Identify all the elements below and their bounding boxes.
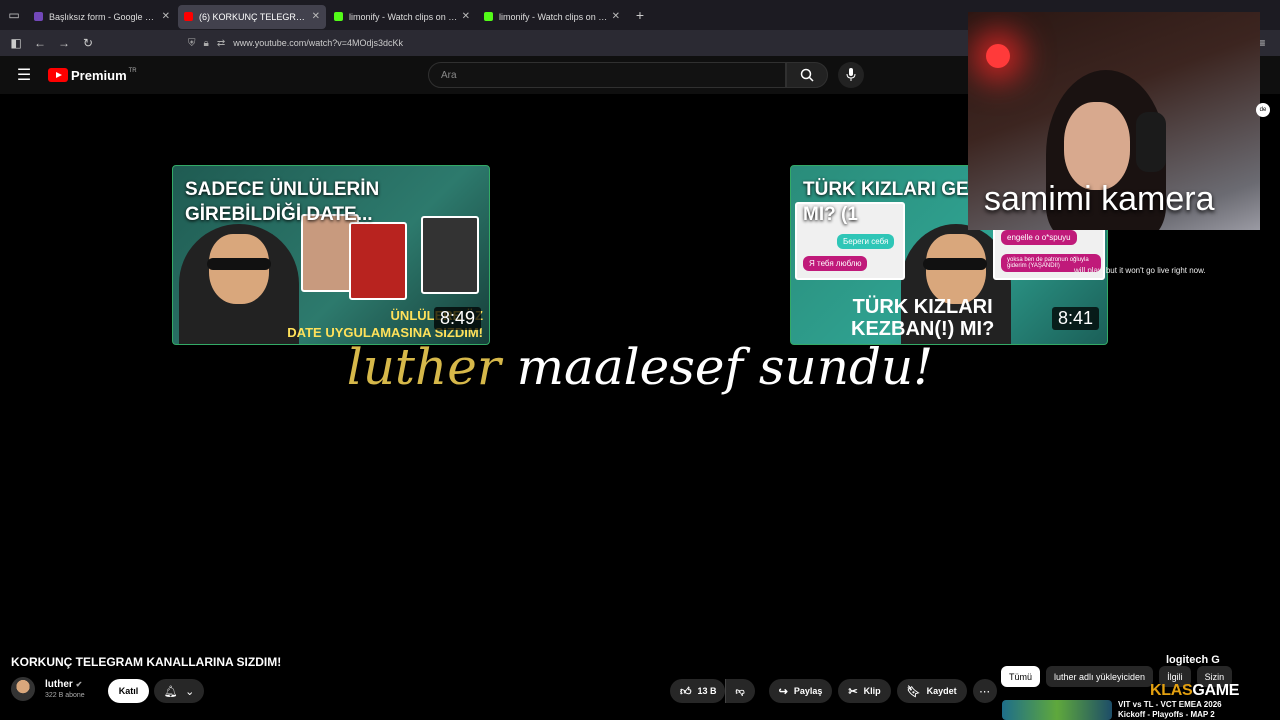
close-icon[interactable]: ✕ [312, 11, 320, 22]
clip-label: Klip [863, 686, 881, 696]
end-screen-text: maalesef sundu! [516, 338, 934, 396]
webcam-label: samimi kamera [984, 180, 1215, 218]
close-icon[interactable]: ✕ [462, 11, 470, 22]
kick-icon [334, 12, 343, 21]
share-icon: ↪ [778, 685, 788, 698]
guide-menu-icon[interactable]: ☰ [0, 65, 48, 85]
scissors-icon: ✂ [848, 685, 858, 698]
chip-from-uploader[interactable]: luther adlı yükleyiciden [1046, 666, 1154, 687]
tab-list-icon[interactable]: ▭ [0, 0, 28, 30]
photo-card [421, 216, 479, 294]
logo-text: Premium [71, 67, 127, 83]
dislike-button[interactable]: 👎︎ [724, 679, 755, 703]
google-forms-icon [34, 12, 43, 21]
microphone-icon [846, 68, 856, 81]
webcam-overlay: samimi kamera [968, 12, 1260, 230]
close-icon[interactable]: ✕ [162, 11, 170, 22]
search-input[interactable]: Ara [428, 62, 786, 88]
sponsor-logo: logitech G [1166, 654, 1220, 666]
end-card-video-1[interactable]: ÜNLÜLERE ÖZ DATE UYGULAMASINA SIZDIM! SA… [172, 165, 490, 345]
channel-avatar[interactable] [11, 677, 35, 701]
search-placeholder: Ara [441, 69, 457, 81]
voice-search-button[interactable] [838, 62, 864, 88]
bell-icon: 🔔︎ [163, 685, 178, 698]
notification-bell-button[interactable]: 🔔︎ ⌄ [154, 679, 204, 703]
chat-bubble: Я тебя люблю [803, 256, 868, 271]
join-button[interactable]: Katıl [108, 679, 149, 703]
like-button[interactable]: 👍︎ 13 B [670, 679, 725, 703]
youtube-play-icon [48, 68, 68, 82]
end-screen-message: luther maalesef sundu! [0, 338, 1280, 396]
tab-label: limonify - Watch clips on Kick [499, 11, 608, 22]
search-button[interactable] [786, 62, 828, 88]
sidebar-toggle-icon[interactable]: ◧ [4, 36, 28, 50]
search-icon [800, 68, 814, 82]
tab-label: Başlıksız form - Google Formlar [49, 11, 158, 22]
brand-logo-suffix: GAME [1192, 682, 1240, 699]
share-label: Paylaş [793, 686, 823, 696]
sidebar-pill-icon[interactable]: de [1256, 103, 1270, 117]
save-label: Kaydet [926, 686, 957, 696]
bookmark-icon: 🔖︎ [906, 685, 921, 698]
photo-card [349, 222, 407, 300]
more-horizontal-icon: ⋯ [979, 685, 991, 698]
video-duration: 8:49 [433, 307, 481, 330]
more-actions-button[interactable]: ⋯ [972, 679, 997, 703]
video-actions: 👍︎ 13 B 👎︎ ↪ Paylaş ✂ Klip 🔖︎ Kaydet ⋯ [670, 679, 997, 703]
clip-button[interactable]: ✂ Klip [838, 679, 891, 703]
chip-all[interactable]: Tümü [1001, 666, 1041, 687]
youtube-icon [184, 12, 193, 21]
thumbnail-caption: TÜRK KIZLARI KEZBAN(!) MI? [851, 296, 995, 340]
save-button[interactable]: 🔖︎ Kaydet [896, 679, 967, 703]
recommended-title-2[interactable]: Kickoff - Playoffs - MAP 2 [1118, 710, 1222, 720]
kick-icon [484, 12, 493, 21]
end-screen-channel-name: luther [346, 338, 501, 396]
recommended-thumbnail[interactable] [1002, 700, 1112, 720]
headset-image [1136, 112, 1166, 172]
subscriber-count: 322 B abone [45, 692, 85, 699]
overlay-notice: will play, but it won't go live right no… [1074, 266, 1206, 275]
chat-bubble: engelle o o*spuyu [1001, 230, 1077, 245]
url-text: www.youtube.com/watch?v=4MOdjs3dcKk [233, 38, 404, 48]
tab-label: limonify - Watch clips on Kick [349, 11, 458, 22]
close-icon[interactable]: ✕ [612, 11, 620, 22]
new-tab-icon[interactable]: + [628, 7, 652, 23]
red-lamp-image [986, 44, 1010, 68]
cartoon-character-image [179, 224, 299, 344]
video-title: KORKUNÇ TELEGRAM KANALLARINA SIZDIM! [11, 655, 282, 669]
brand-logo-prefix: KLAS [1150, 682, 1193, 699]
browser-tab-kick-2[interactable]: limonify - Watch clips on Kick ✕ [478, 5, 626, 29]
thumbs-up-icon: 👍︎ [680, 685, 692, 698]
channel-name[interactable]: luther [45, 679, 73, 690]
forward-icon[interactable]: → [52, 36, 76, 50]
recommended-video[interactable]: VIT vs TL - VCT EMEA 2026 Kickoff - Play… [1002, 700, 1222, 720]
share-button[interactable]: ↪ Paylaş [768, 679, 833, 703]
video-duration: 8:41 [1051, 307, 1099, 330]
recommended-title[interactable]: VIT vs TL - VCT EMEA 2026 [1118, 700, 1222, 710]
channel-info[interactable]: luther ✔ 322 B abone [11, 677, 85, 701]
back-icon[interactable]: ← [28, 36, 52, 50]
browser-tab-youtube[interactable]: (6) KORKUNÇ TELEGRAM KANA ✕ [178, 4, 326, 29]
chevron-down-icon: ⌄ [185, 685, 195, 698]
youtube-logo[interactable]: Premium TR [48, 68, 137, 83]
streamer-face-image [1064, 102, 1130, 190]
browser-tab-kick-1[interactable]: limonify - Watch clips on Kick ✕ [328, 5, 476, 29]
like-count: 13 B [697, 686, 717, 696]
lock-icon[interactable]: 🔒︎ [204, 38, 209, 49]
chat-bubble: Береги себя [837, 234, 895, 249]
end-card-title: SADECE ÜNLÜLERİN GİREBİLDİĞİ DATE... [185, 179, 380, 225]
reload-icon[interactable]: ↻ [76, 36, 100, 50]
permissions-icon[interactable]: ⇄ [217, 38, 225, 49]
shield-icon[interactable]: ⛨ [188, 38, 196, 49]
brand-logo: KLASGAME [1150, 682, 1239, 700]
tab-label: (6) KORKUNÇ TELEGRAM KANA [199, 11, 308, 22]
verified-icon: ✔ [75, 680, 83, 689]
country-code: TR [128, 67, 137, 74]
browser-tab-forms[interactable]: Başlıksız form - Google Formlar ✕ [28, 5, 176, 29]
thumbs-down-icon: 👎︎ [735, 685, 745, 696]
